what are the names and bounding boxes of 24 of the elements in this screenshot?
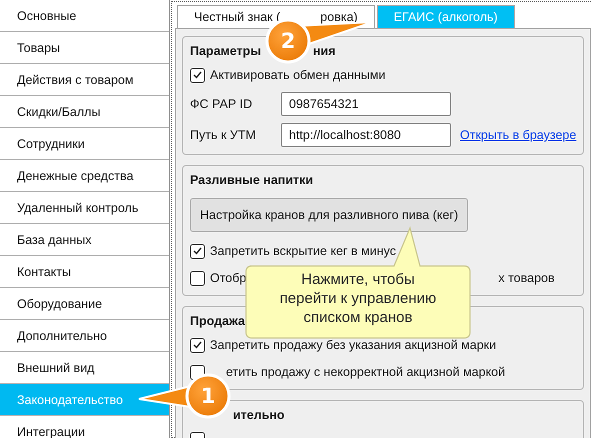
checkbox-label: етить продажу с некорректной акцизной маркой: [226, 365, 506, 379]
check-icon: [193, 247, 202, 255]
field-label: ФС РАР ID: [190, 97, 254, 111]
checkbox-label: Запретить вскрытие кег в минус: [210, 244, 396, 258]
group-title: ительно: [233, 408, 285, 422]
check-icon: [193, 341, 202, 349]
checkbox[interactable]: [190, 244, 205, 258]
checkbox[interactable]: [190, 68, 205, 82]
open-link[interactable]: Открыть в браузере: [460, 128, 576, 142]
checkbox[interactable]: [190, 338, 205, 352]
settings-button[interactable]: Настройка кранов для разливного пива (кег): [190, 198, 468, 232]
field-label: Путь к УТМ: [190, 128, 257, 142]
group-title: ния: [313, 44, 336, 58]
input-field[interactable]: http://localhost:8080: [281, 123, 451, 147]
checkbox-label: х товаров: [498, 271, 555, 285]
group-title: Параметры: [190, 44, 261, 58]
checkbox-label: Отобр: [210, 271, 246, 285]
group-title: Продажа: [190, 314, 245, 328]
check-icon: [193, 71, 202, 79]
checkbox-label: Запретить продажу без указания акцизной марки: [210, 338, 496, 352]
checkbox[interactable]: [190, 270, 205, 286]
checkbox-label: Активировать обмен данными: [210, 68, 386, 82]
group-title: Разливные напитки: [190, 173, 314, 187]
input-field[interactable]: 0987654321: [281, 92, 451, 116]
